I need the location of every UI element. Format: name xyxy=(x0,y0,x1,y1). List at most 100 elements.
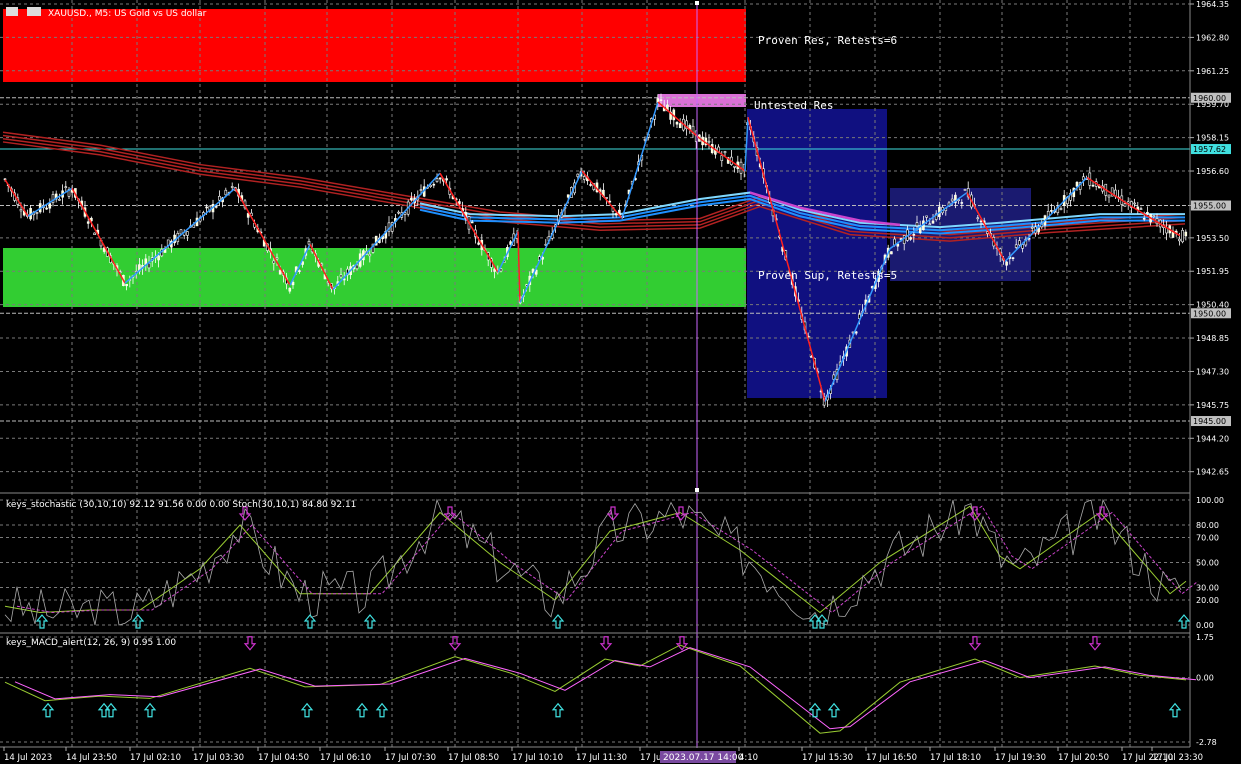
stochastic-panel[interactable] xyxy=(0,498,1199,629)
candle-body xyxy=(186,231,189,236)
candle-body xyxy=(48,203,52,209)
trading-chart[interactable]: Proven Res, Retests=6 Untested Res Prove… xyxy=(0,0,1241,764)
candle-body xyxy=(950,198,954,202)
candle-body xyxy=(1142,217,1146,220)
stoch-up-arrow xyxy=(551,614,565,629)
macd-up-arrow xyxy=(41,702,55,718)
time-tick-label: 17 Jul 23:30 xyxy=(1152,753,1203,763)
candle-body xyxy=(720,155,724,161)
macd-up-arrow xyxy=(104,702,118,718)
candle-body xyxy=(218,195,221,201)
candle-body xyxy=(470,221,474,224)
stoch-up-arrow xyxy=(131,614,145,629)
macd-axis-ticks: 1.75 0.00 -2.78 xyxy=(1196,633,1217,747)
stoch-tick-label: 50.00 xyxy=(1196,559,1219,568)
candle-body xyxy=(1011,257,1015,259)
time-axis-ticks: 14 Jul 2023 14 Jul 23:50 17 Jul 02:10 17 Ju… xyxy=(3,747,1203,763)
time-tick-label: 17 Jul 20:50 xyxy=(1058,753,1109,763)
candle-body xyxy=(582,176,586,180)
candle-body xyxy=(931,220,935,224)
candle-body xyxy=(432,183,436,186)
macd-up-arrow xyxy=(300,702,314,718)
time-tick-label: 17 Jul 07:30 xyxy=(385,753,436,763)
crosshair-handle-bottom[interactable] xyxy=(695,488,699,492)
candle-body xyxy=(1107,194,1111,198)
candle-body xyxy=(230,186,234,188)
stoch-tick-label: 30.00 xyxy=(1196,584,1219,593)
macd-signal-line xyxy=(14,647,1197,730)
candle-body xyxy=(1091,184,1095,187)
price-tick-label: 1958.15 xyxy=(1196,134,1229,143)
crosshair-handle-top[interactable] xyxy=(695,1,699,5)
stoch-up-arrow xyxy=(35,614,49,629)
stoch-main-line xyxy=(4,505,1187,614)
untested-resistance-zone xyxy=(658,94,746,107)
price-tick-label: 1948.85 xyxy=(1196,334,1229,343)
time-tick-label: 17 Jul 03:30 xyxy=(193,753,244,763)
candle-body xyxy=(410,197,413,201)
macd-title: keys_MACD_alert(12, 26, 9) 0.95 1.00 xyxy=(6,638,176,648)
candle-body xyxy=(435,178,439,182)
time-tick-label: 17 Jul 11:30 xyxy=(576,753,627,763)
stoch-signal-line xyxy=(16,505,1199,614)
candle-body xyxy=(291,281,295,286)
price-tick-label: 1945.75 xyxy=(1196,401,1229,410)
price-tick-label: 1944.20 xyxy=(1196,434,1229,443)
candle-body xyxy=(912,233,916,236)
stoch-tick-label: 70.00 xyxy=(1196,534,1219,543)
candle-body xyxy=(397,211,400,214)
time-tick-label: 17 Jul 10:10 xyxy=(512,753,563,763)
candle-body xyxy=(659,99,663,101)
time-tick-label: 17 Jul 16:50 xyxy=(866,753,917,763)
candle-body xyxy=(278,270,282,275)
macd-down-arrow xyxy=(968,636,982,651)
macd-down-arrow xyxy=(243,636,257,651)
candle-body xyxy=(45,207,48,210)
candle-body xyxy=(976,217,980,220)
macd-tick-label: 0.00 xyxy=(1196,674,1214,683)
candle-body xyxy=(1133,202,1136,205)
candle-body xyxy=(1075,181,1079,187)
candle-body xyxy=(723,151,727,154)
symbol-title: XAUUSD., M5: US Gold vs US dollar xyxy=(48,9,207,19)
proven-support-zone xyxy=(3,248,746,307)
candle-body xyxy=(224,189,228,196)
chart-type-icon[interactable] xyxy=(27,7,41,16)
candle-body xyxy=(733,165,736,168)
macd-panel[interactable] xyxy=(0,636,1197,743)
price-axis-ticks: 1964.351962.801961.251959.701958.151956.… xyxy=(1190,0,1229,477)
candle-body xyxy=(1030,227,1034,229)
candle-body xyxy=(288,287,292,292)
candle-body xyxy=(438,177,442,180)
candle-body xyxy=(339,274,343,278)
stoch-up-arrow xyxy=(815,614,829,629)
grid-menu-icon[interactable] xyxy=(6,7,18,16)
candle-body xyxy=(1139,208,1143,210)
candle-body xyxy=(458,201,461,204)
price-tick-label: 1953.50 xyxy=(1196,234,1229,243)
candle-body xyxy=(960,202,964,204)
candle-body xyxy=(589,184,592,186)
candle-body xyxy=(86,221,90,224)
candle-body xyxy=(963,189,967,191)
candle-body xyxy=(429,184,432,187)
candle-body xyxy=(1181,229,1184,243)
macd-up-arrow xyxy=(1168,702,1182,718)
macd-up-arrow xyxy=(355,702,369,718)
candle-body xyxy=(928,223,932,226)
candle-body xyxy=(445,178,448,181)
candle-body xyxy=(307,241,311,245)
time-tick-label: 14 Jul 23:50 xyxy=(66,753,117,763)
candle-body xyxy=(1184,231,1188,237)
candle-body xyxy=(925,215,928,218)
price-tick-label: 1951.95 xyxy=(1196,267,1229,276)
candle-body xyxy=(614,213,618,216)
candle-body xyxy=(576,173,580,177)
macd-tick-label: -2.78 xyxy=(1196,738,1217,747)
candle-body xyxy=(566,194,570,198)
candle-body xyxy=(1050,210,1053,212)
candle-body xyxy=(419,189,423,191)
price-tick-label: 1962.80 xyxy=(1196,33,1229,42)
candle-body xyxy=(205,206,208,209)
price-tick-label: 1964.35 xyxy=(1196,0,1229,9)
